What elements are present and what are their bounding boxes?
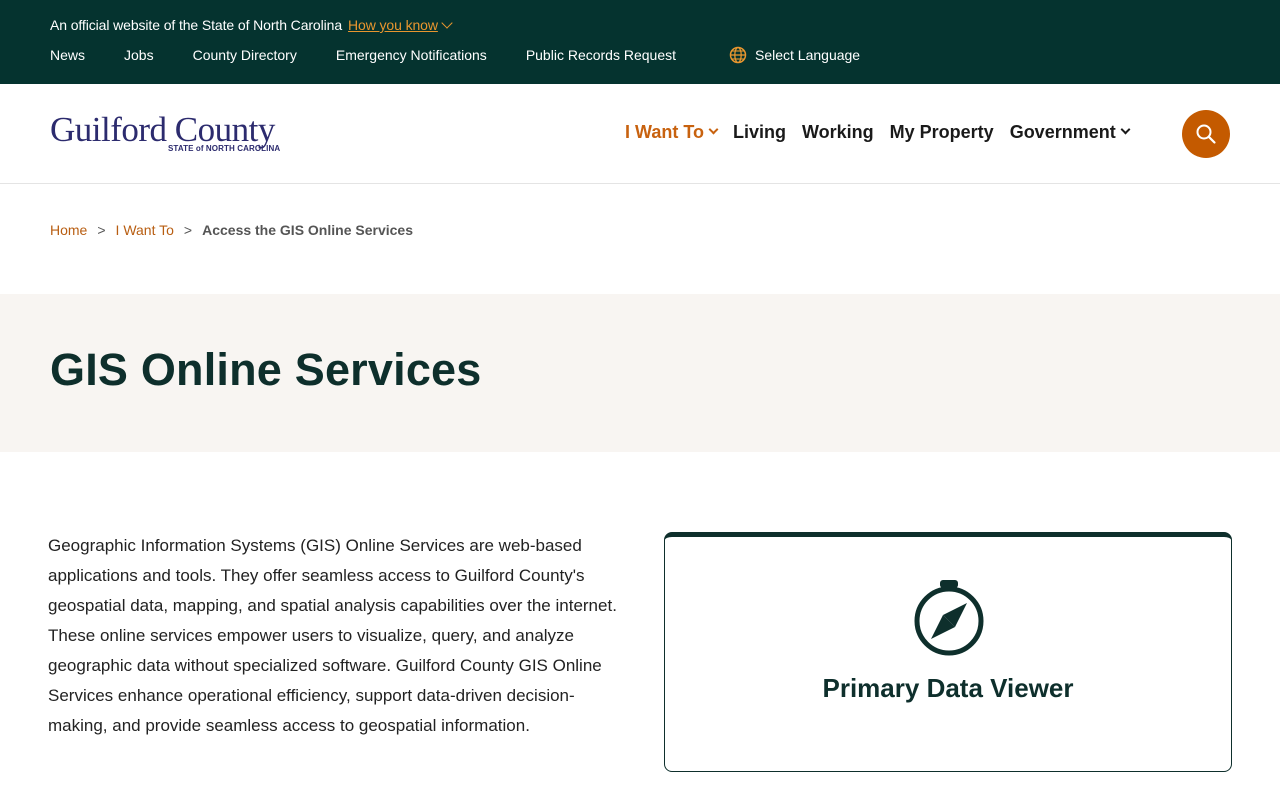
select-language-button[interactable]: Select Language [729,46,860,64]
utility-link-news[interactable]: News [50,47,85,63]
how-you-know-link[interactable]: How you know [348,17,438,33]
nav-item-label: My Property [889,122,994,142]
nav-item-my-property[interactable]: My Property [890,122,994,143]
nav-item-living[interactable]: Living [733,122,786,143]
search-icon [1196,124,1216,144]
logo-subtitle: STATE of NORTH CAROLINA [168,144,281,153]
nav-item-label: Working [801,122,874,142]
site-header: Guilford County STATE of NORTH CAROLINA … [0,84,1280,184]
chevron-down-icon [708,124,719,135]
card-title: Primary Data Viewer [822,673,1074,703]
page-title: GIS Online Services [50,344,482,395]
primary-data-viewer-card[interactable]: Primary Data Viewer [664,532,1232,772]
nav-item-government[interactable]: Government [1009,122,1131,143]
chevron-down-icon [1120,124,1131,135]
utility-link-public-records-request[interactable]: Public Records Request [526,47,676,63]
utility-link-county-directory[interactable]: County Directory [193,47,297,63]
breadcrumb-separator: > [97,222,106,238]
nav-item-label: Government [1009,122,1116,142]
official-site-banner: An official website of the State of Nort… [50,17,453,33]
chevron-down-icon[interactable] [441,17,453,29]
nav-item-label: Living [732,122,786,142]
select-language-label: Select Language [755,47,861,63]
main-nav: I Want To Living Working My Property Gov… [625,122,1145,143]
search-button[interactable] [1182,110,1230,158]
breadcrumb-separator: > [183,222,193,238]
breadcrumb-home[interactable]: Home [50,222,87,238]
intro-paragraph: Geographic Information Systems (GIS) Onl… [48,536,617,735]
compass-icon [914,580,984,656]
utility-nav: News Jobs County Directory Emergency Not… [50,47,715,63]
breadcrumb-i-want-to[interactable]: I Want To [116,222,174,238]
nav-item-label: I Want To [625,122,704,142]
nav-item-i-want-to[interactable]: I Want To [625,122,719,143]
utility-link-emergency-notifications[interactable]: Emergency Notifications [336,47,487,63]
page-hero: GIS Online Services [0,294,1280,452]
official-site-text: An official website of the State of Nort… [50,17,343,33]
globe-icon [729,46,747,64]
breadcrumb-current: Access the GIS Online Services [202,222,413,238]
logo-wordmark: Guilford County [50,110,275,149]
breadcrumb: Home > I Want To > Access the GIS Online… [50,222,413,238]
utility-link-jobs[interactable]: Jobs [124,47,154,63]
top-utility-bar: An official website of the State of Nort… [0,0,1280,84]
nav-item-working[interactable]: Working [802,122,874,143]
guilford-county-logo[interactable]: Guilford County STATE of NORTH CAROLINA [50,112,302,160]
